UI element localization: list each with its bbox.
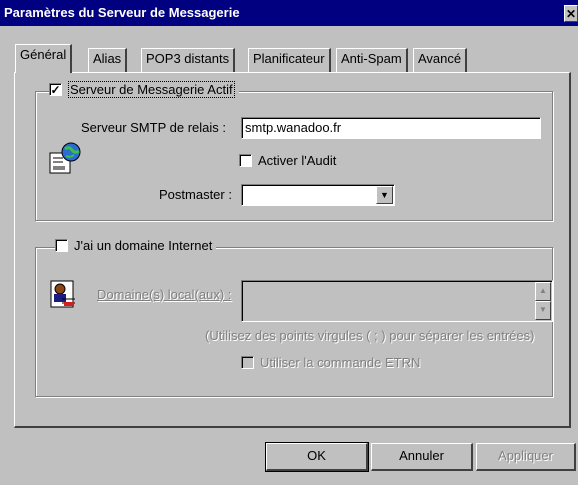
audit-label: Activer l'Audit <box>258 153 337 168</box>
close-button[interactable]: ✕ <box>564 5 578 22</box>
mail-server-active-checkbox[interactable]: ✓ <box>49 83 62 96</box>
etrn-label: Utiliser la commande ETRN <box>260 355 421 370</box>
tab-general[interactable]: Général <box>15 44 73 73</box>
cancel-button[interactable]: Annuler <box>371 443 473 471</box>
local-domains-hint: (Utilisez des points virgules ( ; ) pour… <box>205 328 535 343</box>
tab-antispam-label: Anti-Spam <box>341 51 402 66</box>
scroll-up-icon[interactable]: ▲ <box>535 282 551 301</box>
chevron-down-icon[interactable]: ▼ <box>376 186 393 204</box>
internet-domain-checkbox[interactable] <box>55 239 68 252</box>
scroll-down-icon[interactable]: ▼ <box>535 301 551 320</box>
tab-scheduler-label: Planificateur <box>253 51 325 66</box>
tab-pop3[interactable]: POP3 distants <box>141 48 236 72</box>
ok-button[interactable]: OK <box>265 442 369 472</box>
etrn-checkbox[interactable] <box>241 356 254 369</box>
tab-antispam[interactable]: Anti-Spam <box>336 48 408 72</box>
tab-advanced-label: Avancé <box>418 51 462 66</box>
audit-toggle[interactable]: Activer l'Audit <box>239 153 336 168</box>
smtp-relay-input[interactable]: smtp.wanadoo.fr <box>241 117 541 139</box>
smtp-relay-label: Serveur SMTP de relais : <box>81 120 226 135</box>
audit-checkbox[interactable] <box>239 154 252 167</box>
window-title: Paramètres du Serveur de Messagerie <box>4 5 240 20</box>
general-panel: ✓ Serveur de Messagerie Actif Serveur SM… <box>14 72 571 428</box>
tab-alias-label: Alias <box>93 51 122 66</box>
internet-domain-group <box>35 247 553 397</box>
local-domains-label: Domaine(s) local(aux) : <box>97 287 232 302</box>
tab-alias[interactable]: Alias <box>88 48 128 72</box>
mail-server-active-toggle[interactable]: ✓ Serveur de Messagerie Actif <box>49 81 239 98</box>
tab-scheduler[interactable]: Planificateur <box>248 48 331 72</box>
tab-pop3-label: POP3 distants <box>146 51 230 66</box>
postmaster-label: Postmaster : <box>159 187 232 202</box>
mail-server-icon <box>49 142 81 174</box>
tab-advanced[interactable]: Avancé <box>413 48 468 72</box>
apply-button[interactable]: Appliquer <box>476 443 576 471</box>
tab-general-label: Général <box>20 47 67 62</box>
local-domains-input[interactable]: ▲ ▼ <box>241 280 553 322</box>
postmaster-select[interactable]: ▼ <box>241 184 395 206</box>
etrn-toggle[interactable]: Utiliser la commande ETRN <box>241 355 420 370</box>
internet-domain-label: J'ai un domaine Internet <box>74 238 213 253</box>
internet-domain-toggle[interactable]: J'ai un domaine Internet <box>55 238 217 253</box>
domain-user-icon <box>50 280 75 308</box>
mail-server-active-label: Serveur de Messagerie Actif <box>68 81 235 98</box>
title-bar: Paramètres du Serveur de Messagerie ✕ <box>0 0 578 26</box>
